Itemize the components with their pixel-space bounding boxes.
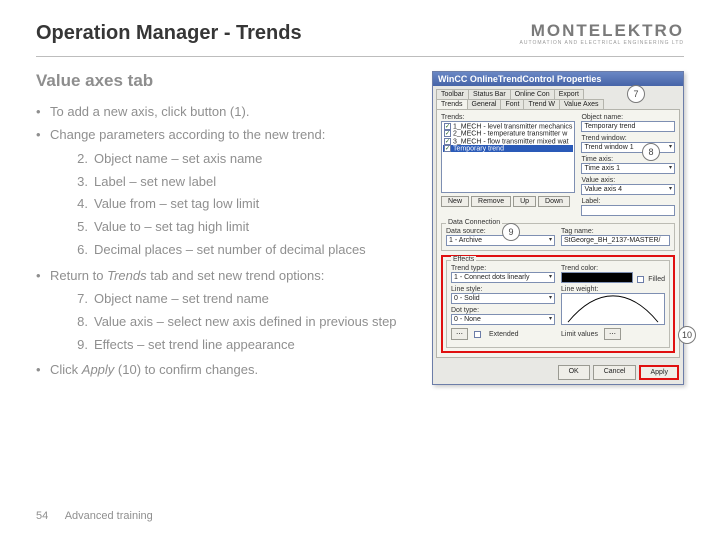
callout-9: 9 xyxy=(502,223,520,241)
tab-export[interactable]: Export xyxy=(554,89,584,99)
new-button[interactable]: New xyxy=(441,196,469,207)
brand-tagline: AUTOMATION AND ELECTRICAL ENGINEERING LT… xyxy=(520,41,684,46)
tab-row-1: Toolbar Status Bar Online Con Export xyxy=(433,86,683,99)
ok-button[interactable]: OK xyxy=(558,365,590,380)
list-item: 3.Label – set new label xyxy=(72,171,414,194)
value-axis-select[interactable]: Value axis 4▾ xyxy=(581,184,675,195)
trend-preview xyxy=(561,293,665,325)
trend-window-select[interactable]: Trend window 1▾ xyxy=(581,142,675,153)
bullet-text: Return to xyxy=(50,268,107,283)
time-axis-label: Time axis: xyxy=(581,156,675,163)
dot-type-label: Dot type: xyxy=(451,307,555,314)
list-item: 8.Value axis – select new axis defined i… xyxy=(72,311,414,334)
dot-type-select[interactable]: 0 - None▾ xyxy=(451,314,555,325)
limit-values-label: Limit values xyxy=(561,331,598,338)
trends-label: Trends: xyxy=(441,114,575,121)
data-connection-label: Data Connection xyxy=(446,219,502,226)
section-subtitle: Value axes tab xyxy=(36,71,414,91)
trend-type-label: Trend type: xyxy=(451,265,555,272)
data-source-select[interactable]: 1 - Archive▾ xyxy=(446,235,555,246)
list-item: 6.Decimal places – set number of decimal… xyxy=(72,239,414,262)
line-weight-label: Line weight: xyxy=(561,286,665,293)
line-style-label: Line style: xyxy=(451,286,555,293)
data-connection-group: Data Connection Data source: 1 - Archive… xyxy=(441,223,675,251)
bullet-item: To add a new axis, click button (1). xyxy=(36,101,414,122)
effects-label: Effects xyxy=(451,256,476,263)
tab-trends[interactable]: Trends xyxy=(436,99,468,109)
list-item: 4.Value from – set tag low limit xyxy=(72,193,414,216)
tab-trendw[interactable]: Trend W xyxy=(523,99,560,109)
effects-highlight: Effects Trend type:1 - Connect dots line… xyxy=(441,255,675,353)
effects-group: Effects Trend type:1 - Connect dots line… xyxy=(446,260,670,348)
dialog-title: WinCC OnlineTrendControl Properties xyxy=(433,72,683,86)
label-label: Label: xyxy=(581,198,675,205)
list-item: 7.Object name – set trend name xyxy=(72,288,414,311)
bullet-item: Change parameters according to the new t… xyxy=(36,124,414,261)
trend-type-select[interactable]: 1 - Connect dots linearly▾ xyxy=(451,272,555,283)
list-item[interactable]: ✓1_MECH - level transmitter mechanics xyxy=(443,123,573,130)
data-source-label: Data source: xyxy=(446,228,555,235)
bullet-text: Change parameters according to the new t… xyxy=(50,127,325,142)
tag-name-input[interactable]: StGeorge_BH_2137-MASTER/ xyxy=(561,235,670,246)
tab-row-2: Trends General Font Trend W Value Axes xyxy=(433,99,683,109)
callout-8: 8 xyxy=(642,143,660,161)
page-title: Operation Manager - Trends xyxy=(36,22,302,45)
object-name-input[interactable]: Temporary trend xyxy=(581,121,675,132)
footer-caption: Advanced training xyxy=(65,510,153,522)
filled-checkbox[interactable] xyxy=(637,276,644,283)
bullet-item: Return to Trends tab and set new trend o… xyxy=(36,265,414,357)
bullet-item: Click Apply (10) to confirm changes. xyxy=(36,359,414,380)
brand-name: MONTELEKTRO xyxy=(520,22,684,39)
down-button[interactable]: Down xyxy=(538,196,570,207)
filled-label: Filled xyxy=(648,276,665,283)
line-style-select[interactable]: 0 - Solid▾ xyxy=(451,293,555,304)
extended-label: Extended xyxy=(489,331,519,338)
trends-listbox[interactable]: ✓1_MECH - level transmitter mechanics ✓2… xyxy=(441,121,575,193)
list-item[interactable]: ✓Temporary trend xyxy=(443,145,573,152)
apply-button[interactable]: Apply xyxy=(641,367,677,378)
tab-font[interactable]: Font xyxy=(500,99,524,109)
remove-button[interactable]: Remove xyxy=(471,196,511,207)
list-item: 2.Object name – set axis name xyxy=(72,148,414,171)
cancel-button[interactable]: Cancel xyxy=(593,365,637,380)
tab-online[interactable]: Online Con xyxy=(510,89,555,99)
extended-checkbox[interactable] xyxy=(474,331,481,338)
trend-color-label: Trend color: xyxy=(561,265,633,272)
slide-footer: 54 Advanced training xyxy=(36,510,153,522)
up-button[interactable]: Up xyxy=(513,196,536,207)
brand-logo: MONTELEKTRO AUTOMATION AND ELECTRICAL EN… xyxy=(520,22,684,46)
tab-valueaxes[interactable]: Value Axes xyxy=(559,99,604,109)
properties-dialog: WinCC OnlineTrendControl Properties Tool… xyxy=(432,71,684,385)
tab-statusbar[interactable]: Status Bar xyxy=(468,89,511,99)
list-item[interactable]: ✓2_MECH - temperature transmitter w xyxy=(443,130,573,137)
effects-picker-button[interactable]: ⋯ xyxy=(451,328,468,340)
list-item: 5.Value to – set tag high limit xyxy=(72,216,414,239)
time-axis-select[interactable]: Time axis 1▾ xyxy=(581,163,675,174)
tab-general[interactable]: General xyxy=(467,99,502,109)
limit-values-button[interactable]: ⋯ xyxy=(604,328,621,340)
apply-highlight: Apply xyxy=(639,365,679,380)
value-axis-label: Value axis: xyxy=(581,177,675,184)
list-item: 9.Effects – set trend line appearance xyxy=(72,334,414,357)
trend-color-picker[interactable] xyxy=(561,272,633,283)
object-name-label: Object name: xyxy=(581,114,675,121)
callout-10: 10 xyxy=(678,326,696,344)
page-number: 54 xyxy=(36,510,48,522)
tag-name-label: Tag name: xyxy=(561,228,670,235)
list-item[interactable]: ✓3_MECH - flow transmitter mixed wat xyxy=(443,138,573,145)
tab-toolbar[interactable]: Toolbar xyxy=(436,89,469,99)
callout-7: 7 xyxy=(627,85,645,103)
label-input[interactable] xyxy=(581,205,675,216)
trend-window-label: Trend window: xyxy=(581,135,675,142)
